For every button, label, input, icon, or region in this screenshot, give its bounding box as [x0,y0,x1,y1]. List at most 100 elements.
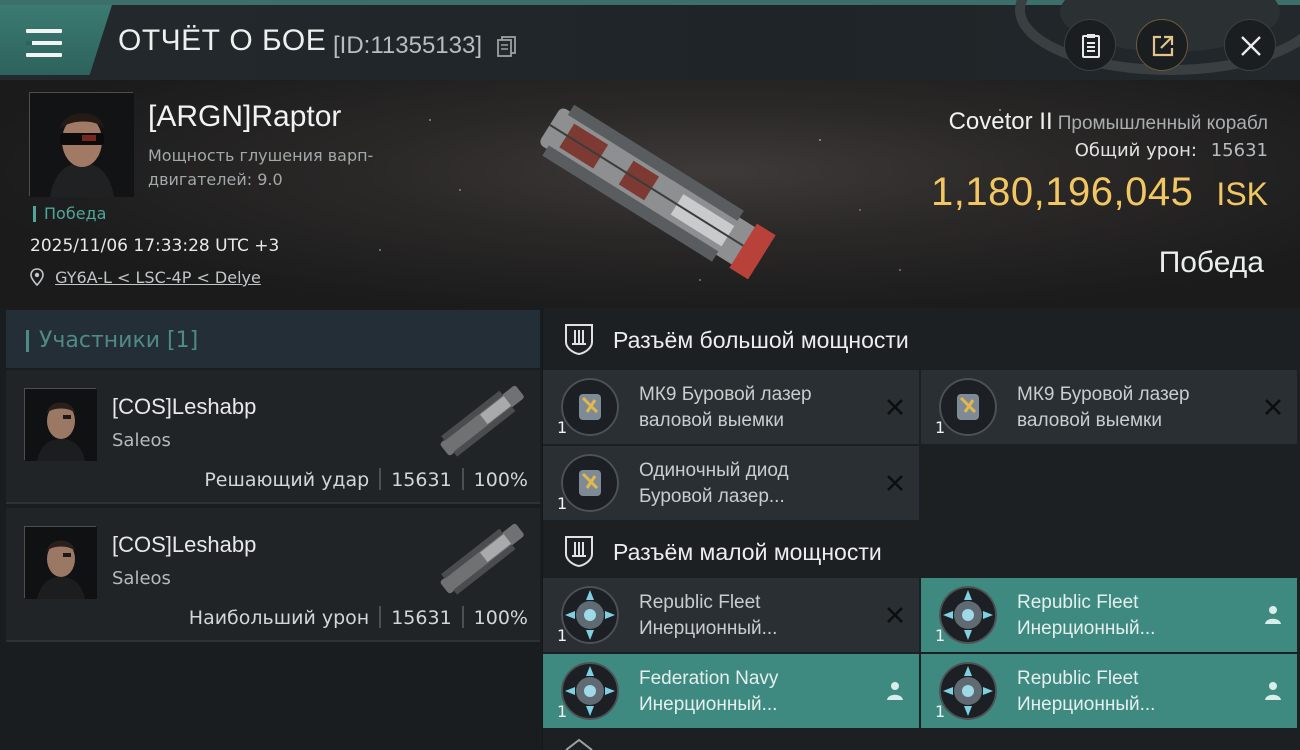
clipboard-icon [1082,34,1100,58]
module-item[interactable]: 1 МК9 Буровой лазер валовой выемки [921,370,1297,444]
inertial-stabilizer-icon [939,662,997,720]
module-quantity: 1 [557,702,568,721]
module-quantity: 1 [935,418,946,437]
module-item[interactable]: 1 Republic Fleet Инерционный... [921,654,1297,728]
inertial-stabilizer-icon [561,662,619,720]
module-name: Republic Fleet Инерционный... [1017,668,1156,715]
total-damage-value: 15631 [1210,140,1268,161]
module-name: Republic Fleet Инерционный... [639,592,778,639]
report-button[interactable] [1064,19,1116,71]
module-name: МК9 Буровой лазер валовой выемки [1017,384,1190,431]
location-row: GY6A-L < LSC-4P < Delye [30,268,261,287]
divider [461,606,464,628]
destroyed-icon [887,475,903,491]
copy-icon[interactable] [497,35,517,57]
divider [379,468,382,490]
ship-info: Covetor II Промышленный корабл [949,108,1268,136]
warp-disruption-strength: Мощность глушения варп-двигателей: 9.0 [148,146,374,189]
participant-portrait [25,389,97,461]
location-pin-icon [30,268,44,287]
participant-name[interactable]: [COS]Leshabp [112,532,256,558]
module-item[interactable]: 1 Republic Fleet Инерционный... [921,578,1297,652]
pilot-avatar [30,93,134,197]
mining-laser-icon [939,378,997,436]
module-quantity: 1 [935,702,946,721]
module-quantity: 1 [935,626,946,645]
module-name: Одиночный диод Буровой лазер... [639,460,789,507]
participant-role: Наибольший урон [188,607,370,629]
ship-name[interactable]: Covetor II [949,108,1053,135]
report-id: [ID:11355133] [333,32,483,59]
participant-damage: 15631 [391,607,452,629]
isk-unit: ISK [1216,176,1268,212]
share-button[interactable] [1136,19,1188,71]
high-slot-icon [565,324,593,356]
fitting-panel: Разъём большой мощности 1 МК9 Буровой ла… [543,308,1300,750]
dropped-person-icon [1265,682,1281,700]
mining-laser-icon [561,378,619,436]
total-damage-row: Общий урон: 15631 [1075,140,1268,161]
module-name: Republic Fleet Инерционный... [1017,592,1156,639]
next-slot-icon [565,738,593,750]
divider [379,606,382,628]
module-quantity: 1 [557,418,568,437]
participant-ship-image [440,385,524,457]
page-title: ОТЧЁТ О БОЕ [118,24,327,57]
low-slot-icon [565,536,593,568]
divider [461,468,464,490]
participant-stats: Наибольший урон 15631 100% [189,606,528,629]
high-slot-header: Разъём большой мощности [543,308,1300,370]
module-name: Federation Navy Инерционный... [639,668,779,715]
total-damage-label: Общий урон: [1074,140,1197,161]
victim-ship-image[interactable] [510,96,790,286]
dropped-person-icon [1265,606,1281,624]
destroyed-icon [1265,399,1281,415]
participant-avatar [24,388,97,461]
module-quantity: 1 [557,494,568,513]
close-icon [1241,36,1261,56]
participant-role: Решающий удар [204,469,370,491]
participant-percent: 100% [473,469,528,491]
low-slot-header: Разъём малой мощности [543,520,1300,582]
menu-button[interactable] [0,5,112,75]
participant-stats: Решающий удар 15631 100% [204,468,528,491]
participant-ship: Saleos [112,430,171,451]
inertial-stabilizer-icon [561,586,619,644]
participant-card[interactable]: [COS]Leshabp Saleos Решающий удар 15631 10… [6,370,540,504]
mining-laser-icon [561,454,619,512]
battle-result: Победа [1158,246,1264,279]
kill-datetime: 2025/11/06 17:33:28 UTC +3 [30,236,280,256]
victim-summary: [ARGN]Raptor Мощность глушения варп-двиг… [0,80,1300,308]
participants-header[interactable]: Участники [1] [6,310,540,368]
inertial-stabilizer-icon [939,586,997,644]
destroyed-icon [887,399,903,415]
participant-ship-image [440,523,524,595]
module-item[interactable]: 1 Republic Fleet Инерционный... [543,578,919,652]
header-bar: ОТЧЁТ О БОЕ [ID:11355133] [0,0,1300,80]
participant-card[interactable]: [COS]Leshabp Saleos Наибольший урон 15631… [6,508,540,642]
isk-row: 1,180,196,045 ISK [931,170,1268,215]
module-quantity: 1 [557,626,568,645]
outcome-tag: Победа [33,206,106,222]
participant-name[interactable]: [COS]Leshabp [112,394,256,420]
isk-value: 1,180,196,045 [931,170,1194,214]
destroyed-icon [887,607,903,623]
low-slot-title: Разъём малой мощности [613,539,882,565]
ship-class: Промышленный корабл [1057,113,1268,134]
participant-percent: 100% [473,607,528,629]
menu-icon [26,29,62,57]
participant-portrait [25,527,97,599]
participant-avatar [24,526,97,599]
location-link[interactable]: GY6A-L < LSC-4P < Delye [55,268,261,287]
participants-panel: Участники [1] [COS]Leshabp Saleos Решающ… [0,308,542,750]
share-icon [1152,35,1174,57]
module-item[interactable]: 1 Одиночный диод Буровой лазер... [543,446,919,520]
module-name: МК9 Буровой лазер валовой выемки [639,384,812,431]
pilot-name[interactable]: [ARGN]Raptor [148,100,341,134]
module-item[interactable]: 1 Federation Navy Инерционный... [543,654,919,728]
close-button[interactable] [1224,19,1276,71]
dropped-person-icon [887,682,903,700]
high-slot-title: Разъём большой мощности [613,327,909,353]
pilot-portrait[interactable] [29,92,134,197]
module-item[interactable]: 1 МК9 Буровой лазер валовой выемки [543,370,919,444]
